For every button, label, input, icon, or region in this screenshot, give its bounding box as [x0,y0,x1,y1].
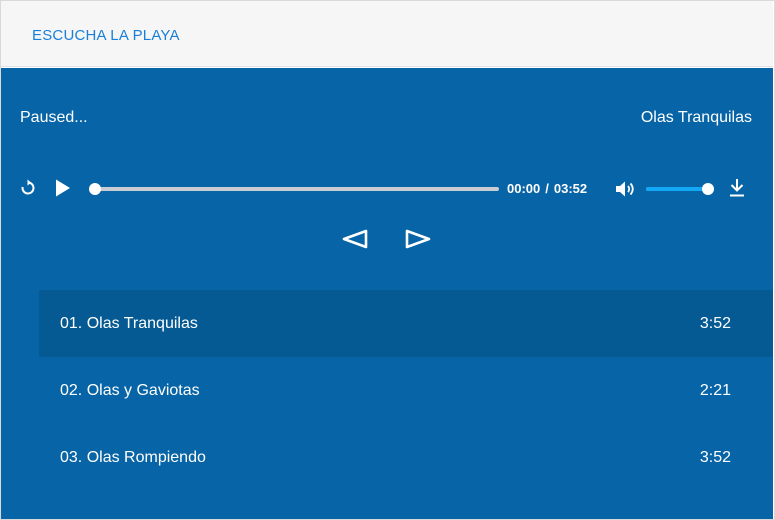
track-duration: 3:52 [699,315,731,332]
total-duration: 03:52 [553,181,588,196]
page-title: ESCUCHA LA PLAYA [32,27,180,44]
now-playing-title: Olas Tranquilas [640,109,752,126]
playlist: 01. Olas Tranquilas 3:52 02. Olas y Gavi… [39,290,773,491]
previous-icon [342,229,368,249]
seek-track [89,187,499,191]
play-icon [56,179,70,197]
track-duration: 3:52 [699,449,731,466]
download-button[interactable] [728,178,746,198]
audio-player: Paused... Olas Tranquilas 00:00 / 03:52 01… [1,68,773,519]
previous-track-button[interactable] [341,228,369,255]
time-separator: / [545,181,549,196]
volume-slider[interactable] [646,183,714,195]
volume-icon [616,181,634,197]
next-icon [405,229,431,249]
header-bar: ESCUCHA LA PLAYA [1,1,773,67]
playlist-item[interactable]: 02. Olas y Gaviotas 2:21 [39,357,773,424]
current-time: 00:00 [507,181,541,196]
player-controls: 00:00 / 03:52 [1,176,773,202]
download-icon [730,179,744,197]
player-status: Paused... [20,109,88,126]
track-duration: 2:21 [699,382,731,399]
time-display: 00:00 / 03:52 [507,181,587,196]
play-button[interactable] [54,178,72,198]
track-name: 02. Olas y Gaviotas [60,382,200,399]
track-name: 03. Olas Rompiendo [60,449,206,466]
replay-icon [21,179,35,195]
seek-bar[interactable] [89,183,499,195]
track-name: 01. Olas Tranquilas [60,315,198,332]
playlist-item[interactable]: 03. Olas Rompiendo 3:52 [39,424,773,491]
volume-handle[interactable] [702,183,714,195]
next-track-button[interactable] [404,228,432,255]
playlist-item[interactable]: 01. Olas Tranquilas 3:52 [39,290,773,357]
volume-button[interactable] [615,180,637,198]
replay-button[interactable] [19,179,37,197]
seek-handle[interactable] [89,183,101,195]
